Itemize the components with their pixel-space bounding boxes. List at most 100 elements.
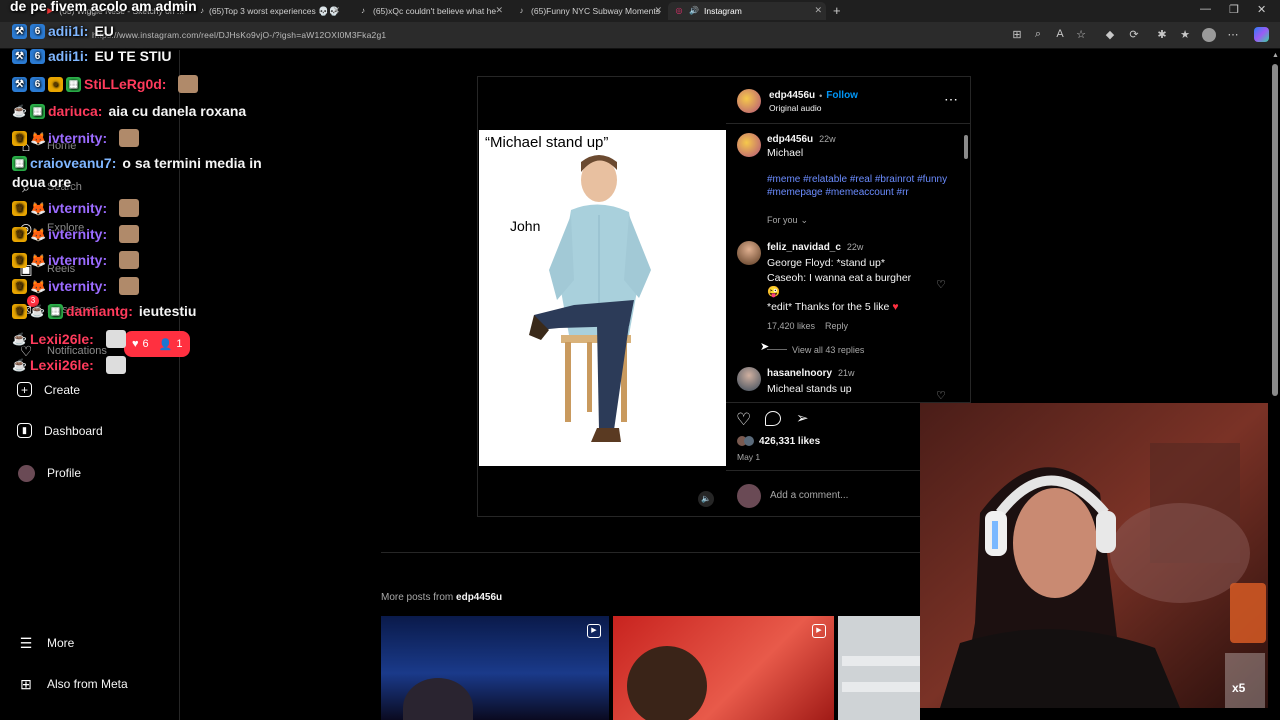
fox-badge-icon: 🦊 xyxy=(30,252,47,268)
url-field[interactable]: https://www.instagram.com/reel/DJHsKo9vj… xyxy=(92,30,386,40)
fox-badge-icon: 🦊 xyxy=(30,226,47,242)
hashtags[interactable]: #meme #relatable #real #brainrot #funny … xyxy=(767,173,957,199)
multiplier-badge: x5 xyxy=(1232,681,1246,695)
profile-avatar[interactable] xyxy=(1202,28,1216,42)
like-comment-icon[interactable]: ♡ xyxy=(936,389,946,402)
thumbnail-figure xyxy=(842,656,920,666)
comment-input[interactable]: Add a comment... xyxy=(770,490,848,501)
emote-image xyxy=(105,356,126,374)
favorite-star-icon[interactable]: ☆ xyxy=(1074,28,1088,41)
divider xyxy=(726,123,971,124)
tab-worst-experiences[interactable]: ♪ (65)Top 3 worst experiences 💀💀 ✕ xyxy=(194,2,344,20)
read-aloud-icon[interactable]: A xyxy=(1053,28,1067,40)
tiktok-icon: ♪ xyxy=(519,6,524,15)
post-thumbnail[interactable]: ▶ xyxy=(613,616,834,720)
sidebar-item-profile[interactable]: Profile xyxy=(17,464,81,482)
moderator-badge-icon: ⚒ xyxy=(12,48,27,64)
coffee-badge-icon: ☕ xyxy=(12,331,27,346)
new-tab-icon[interactable]: + xyxy=(833,3,841,18)
person-icon: 👤 xyxy=(158,338,173,351)
minimize-icon[interactable]: — xyxy=(1200,3,1211,15)
thumbnail-figure xyxy=(842,682,920,692)
copilot-icon[interactable] xyxy=(1254,27,1269,42)
crown-badge-icon: ♛ xyxy=(12,130,27,146)
gift-badge-icon: ▦ xyxy=(12,155,27,171)
sidebar-item-also-from-meta[interactable]: ⊞ Also from Meta xyxy=(17,675,128,693)
for-you-dropdown[interactable]: For you ⌄ xyxy=(767,215,808,226)
mute-toggle-icon[interactable]: 🔈 xyxy=(698,491,714,507)
avatar[interactable] xyxy=(737,133,761,157)
speaker-icon: 🔊 xyxy=(689,6,699,15)
audio-label[interactable]: Original audio xyxy=(769,103,821,113)
avatar[interactable] xyxy=(737,367,761,391)
avatar xyxy=(17,464,35,482)
crown-badge-icon: ♛ xyxy=(12,252,27,268)
coffee-badge-icon: ☕ xyxy=(12,103,27,118)
close-icon[interactable]: ✕ xyxy=(654,5,662,16)
media-caption-text: “Michael stand up” xyxy=(485,134,609,151)
notification-bubble: ♥ 6 👤 1 xyxy=(124,331,191,357)
extension-icon[interactable]: ◆ xyxy=(1103,28,1117,41)
view-replies-link[interactable]: View all 43 replies xyxy=(792,345,864,355)
tab-xqc[interactable]: ♪ (65)xQc couldn't believe what he ✕ xyxy=(352,2,507,20)
heart-emoji-icon: ♥ xyxy=(892,300,899,313)
like-icon[interactable]: ♡ xyxy=(736,410,751,430)
share-icon[interactable]: ➢ xyxy=(796,409,809,427)
emote-image xyxy=(178,75,199,93)
tab-nyc-subway[interactable]: ♪ (65)Funny NYC Subway Moments ✕ xyxy=(511,2,666,20)
instagram-sidebar: ⌂Home ⌕Search ◎Explore ▣Reels ✉Messages … xyxy=(0,50,191,720)
sub-badge-icon: 6 xyxy=(30,48,45,64)
comments-scrollbar[interactable] xyxy=(962,125,970,401)
sidebar-item-more[interactable]: ☰ More xyxy=(17,634,75,652)
webcam-overlay: x5 xyxy=(920,403,1268,708)
avatar[interactable] xyxy=(737,241,761,265)
like-comment-icon[interactable]: ♡ xyxy=(936,278,946,291)
dashboard-icon: ▮ xyxy=(17,423,32,438)
sub-badge-icon: 6 xyxy=(30,23,45,39)
sidebar-item-create[interactable]: + Create xyxy=(17,382,80,397)
restore-icon[interactable]: ❐ xyxy=(1229,3,1239,16)
comment-icon[interactable] xyxy=(765,411,781,426)
bits-badge-icon: ● xyxy=(48,76,63,92)
close-icon[interactable]: ✕ xyxy=(332,5,340,16)
tiktok-icon: ♪ xyxy=(361,6,365,15)
chevron-down-icon: ⌄ xyxy=(800,215,809,225)
likes-count[interactable]: 426,331 likes xyxy=(759,436,820,447)
avatar[interactable] xyxy=(737,89,761,113)
sidebar-item-dashboard[interactable]: ▮ Dashboard xyxy=(17,423,103,438)
hamburger-icon: ☰ xyxy=(19,634,33,651)
menu-dots-icon[interactable]: ⋯ xyxy=(1226,28,1240,41)
more-options-icon[interactable]: ⋯ xyxy=(944,91,958,108)
chat-line: ⚒ 6 ● ▦ StiLLeRg0d: xyxy=(12,75,199,93)
scroll-up-icon[interactable]: ▲ xyxy=(1272,52,1279,59)
tiktok-icon: ♪ xyxy=(200,6,204,15)
moderator-badge-icon: ⚒ xyxy=(12,76,27,92)
crown-badge-icon: ♛ xyxy=(12,303,27,319)
page-scrollbar[interactable]: ▲ xyxy=(1270,50,1280,720)
comment-text: George Floyd: *stand up* Caseoh: I wanna… xyxy=(767,257,912,313)
app-icon[interactable]: ⊞ xyxy=(1010,28,1024,41)
refresh-extension-icon[interactable]: ⟳ xyxy=(1127,28,1141,41)
chat-line: ☕ ▦ dariuca: aia cu danela roxana xyxy=(12,103,247,119)
zoom-icon[interactable]: ⌕ xyxy=(1031,28,1045,41)
instagram-icon: ◎ xyxy=(675,6,683,15)
close-icon[interactable]: ✕ xyxy=(495,5,503,16)
favorites-icon[interactable]: ★ xyxy=(1178,28,1192,41)
coffee-badge-icon: ☕ xyxy=(12,357,27,372)
post-thumbnail[interactable]: ▶ xyxy=(381,616,609,720)
emote-image xyxy=(119,129,140,147)
close-icon[interactable]: ✕ xyxy=(814,5,822,16)
author-link[interactable]: edp4456u xyxy=(769,90,815,101)
scroll-thumb[interactable] xyxy=(964,135,968,159)
comment-text: Micheal stands up xyxy=(767,383,852,395)
post-thumbnail[interactable] xyxy=(838,616,920,720)
post-media[interactable]: “Michael stand up” John xyxy=(479,130,726,466)
close-window-icon[interactable]: ✕ xyxy=(1257,3,1266,16)
scroll-thumb[interactable] xyxy=(1272,64,1278,396)
emote-image xyxy=(119,199,140,217)
puzzle-icon[interactable]: ✱ xyxy=(1155,28,1169,41)
gift-badge-icon: ▦ xyxy=(66,76,81,92)
tab-instagram[interactable]: ◎ 🔊 Instagram ✕ xyxy=(668,2,826,20)
follow-button[interactable]: Follow xyxy=(826,90,858,101)
chat-line: ▦ craioveanu7: o sa termini media in xyxy=(12,155,262,171)
